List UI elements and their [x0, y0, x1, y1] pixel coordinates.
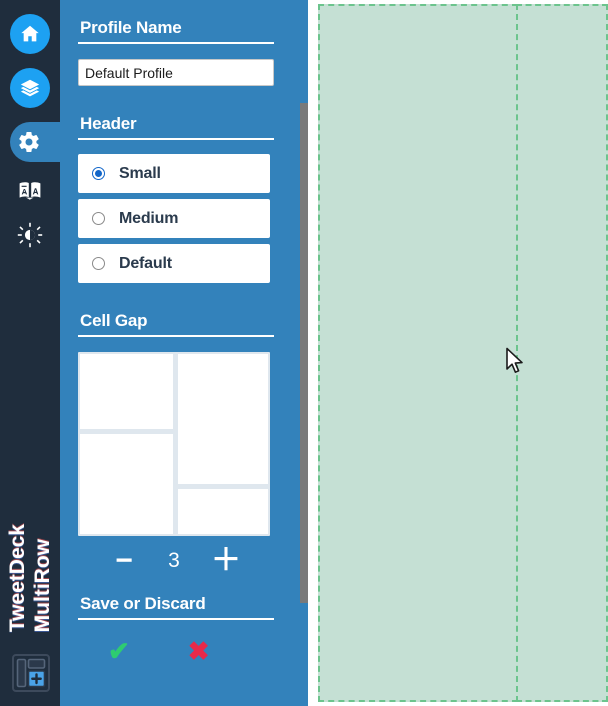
section-header: Header Small Medium Default — [78, 114, 308, 283]
preview-cell — [178, 489, 268, 534]
brand-line-multirow: MultiRow — [30, 538, 54, 632]
layout-add-icon[interactable] — [12, 654, 50, 692]
preview-cell — [178, 354, 268, 484]
section-profile-name: Profile Name — [78, 18, 308, 86]
brand-line-tweetdeck: TweetDeck — [5, 523, 29, 632]
radio-label: Medium — [119, 209, 179, 227]
icon-rail: MultiRow TweetDeck — [0, 0, 60, 706]
radio-indicator — [92, 257, 105, 270]
section-divider — [78, 42, 274, 44]
section-title-profile-name: Profile Name — [80, 18, 182, 37]
section-title-save-or-discard: Save or Discard — [80, 594, 206, 613]
preview-cell — [80, 354, 173, 429]
brightness-icon[interactable] — [10, 215, 50, 255]
save-discard-actions: ✔ ✖ — [78, 638, 270, 664]
brand-wordmark: MultiRow TweetDeck — [0, 442, 60, 632]
radio-indicator — [92, 167, 105, 180]
discard-button[interactable]: ✖ — [188, 638, 210, 664]
header-size-radio-group: Small Medium Default — [78, 154, 308, 283]
section-divider — [78, 335, 274, 337]
radio-label: Default — [119, 254, 172, 272]
cell-gap-value: 3 — [168, 549, 180, 572]
panel-scrollbar-thumb[interactable] — [300, 103, 308, 603]
radio-option-default[interactable]: Default — [78, 244, 270, 283]
radio-indicator — [92, 212, 105, 225]
cell-gap-increment-button[interactable]: ＋ — [211, 546, 241, 576]
radio-option-medium[interactable]: Medium — [78, 199, 270, 238]
column-drop-region-left[interactable] — [318, 4, 518, 702]
cell-gap-stepper: − 3 ＋ — [78, 546, 270, 576]
section-cell-gap: Cell Gap − 3 ＋ — [78, 311, 308, 576]
gear-icon[interactable] — [10, 122, 60, 162]
save-button[interactable]: ✔ — [108, 638, 130, 664]
panel-scrollbar[interactable] — [299, 0, 308, 706]
app-root: MultiRow TweetDeck Profile Name H — [0, 0, 608, 706]
section-divider — [78, 138, 274, 140]
section-title-cell-gap: Cell Gap — [80, 311, 148, 330]
preview-cell — [80, 434, 173, 534]
workspace — [308, 0, 608, 706]
translate-icon[interactable] — [10, 171, 50, 211]
settings-panel: Profile Name Header Small Medium — [60, 0, 308, 706]
radio-label: Small — [119, 164, 161, 182]
cell-gap-decrement-button[interactable]: − — [111, 546, 137, 576]
section-divider — [78, 618, 274, 620]
profile-name-input[interactable] — [78, 59, 274, 86]
layers-icon[interactable] — [10, 68, 50, 108]
section-title-header: Header — [80, 114, 137, 133]
home-icon[interactable] — [10, 14, 50, 54]
section-save-or-discard: Save or Discard ✔ ✖ — [78, 594, 308, 664]
settings-panel-content: Profile Name Header Small Medium — [60, 0, 308, 706]
radio-option-small[interactable]: Small — [78, 154, 270, 193]
cell-gap-preview — [78, 352, 270, 536]
column-drop-region-right[interactable] — [516, 4, 608, 702]
